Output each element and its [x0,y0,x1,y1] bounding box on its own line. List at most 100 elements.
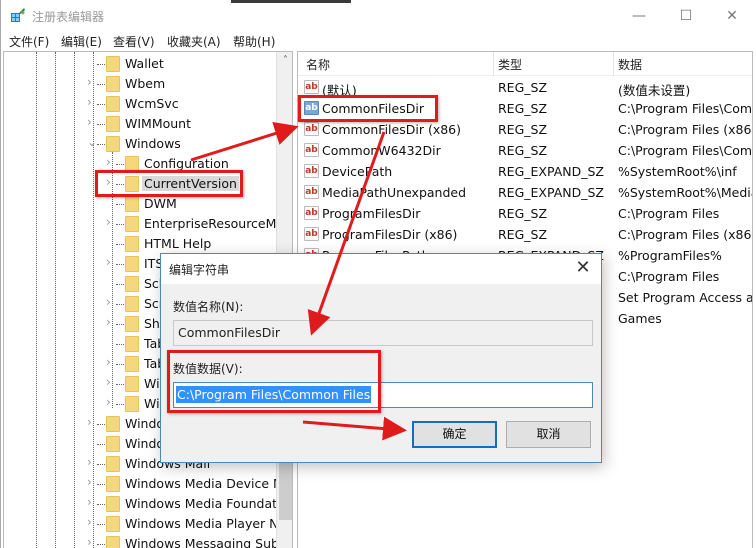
minimize-button[interactable]: — [616,3,662,29]
tree-connector [116,244,124,245]
value-type: REG_SZ [498,206,548,221]
maximize-button[interactable]: ☐ [663,3,709,29]
tree-connector [116,304,124,305]
chevron-right-icon[interactable]: › [106,175,118,189]
scrollbar-thumb[interactable] [279,460,292,520]
menu-help[interactable]: 帮助(H) [233,33,275,50]
column-separator[interactable] [613,52,614,76]
chevron-right-icon[interactable]: › [106,255,118,269]
value-data-selected-text: C:\Program Files\Common Files [176,386,372,403]
chevron-right-icon[interactable]: › [87,495,99,509]
tree-connector [116,344,124,345]
tree-item-label: Wallet [125,56,164,71]
list-row[interactable]: ab CommonFilesDir (x86) REG_SZ C:\Program F… [298,119,752,140]
string-value-icon: ab [304,227,319,241]
ok-button[interactable]: 确定 [412,421,497,448]
value-data: C:\Program Files [618,206,720,221]
tree-connector [97,124,105,125]
value-type: REG_SZ [498,227,548,242]
chevron-right-icon[interactable]: › [87,75,99,89]
cancel-button[interactable]: 取消 [506,421,591,448]
list-row[interactable]: ab ProgramFilesDir (x86) REG_SZ C:\Program … [298,224,752,245]
tree-item-label: WIMMount [125,116,192,131]
list-row[interactable]: ab CommonFilesDir REG_SZ C:\Program Files\C… [298,98,752,119]
folder-icon [106,56,120,72]
tree-guide-line [112,152,113,408]
folder-icon [125,256,139,272]
chevron-right-icon[interactable]: › [87,515,99,529]
chevron-right-icon[interactable]: › [87,535,99,548]
folder-icon [106,136,120,152]
list-row[interactable]: ab DevicePath REG_EXPAND_SZ %SystemRoot%\in… [298,161,752,182]
value-name: ProgramFilesDir (x86) [322,227,458,242]
chevron-right-icon[interactable]: › [106,215,118,229]
value-name: CommonFilesDir [322,101,424,116]
tree-guide-line [36,52,37,548]
list-row[interactable]: ab ProgramFilesDir REG_SZ C:\Program Files [298,203,752,224]
value-name: CommonW6432Dir [322,143,441,158]
tree-item-label: Wbem [125,76,166,91]
chevron-right-icon[interactable]: › [87,95,99,109]
tree-item-label: DWM [144,196,177,211]
string-value-icon: ab [304,185,319,199]
tree-connector [97,544,105,545]
tree-connector [116,264,124,265]
chevron-right-icon[interactable]: › [106,395,118,409]
registry-editor-window: 注册表编辑器 — ☐ ✕ 文件(F) 编辑(E) 查看(V) 收藏夹(A) 帮助… [0,0,756,548]
tree-guide-line [55,52,56,548]
column-header-type[interactable]: 类型 [498,56,522,73]
menu-file[interactable]: 文件(F) [9,33,49,50]
folder-icon [106,436,120,452]
chevron-right-icon[interactable]: › [106,355,118,369]
value-name: DevicePath [322,164,393,179]
tree-item-label: Windo [125,436,165,451]
chevron-right-icon[interactable]: › [87,475,99,489]
value-type: REG_SZ [498,122,548,137]
menu-edit[interactable]: 编辑(E) [61,33,102,50]
folder-icon [125,376,139,392]
value-data: C:\Program Files (x86) [618,227,753,242]
value-data: C:\Program Files [618,269,720,284]
chevron-right-icon[interactable]: › [106,315,118,329]
close-button[interactable]: ✕ [709,3,755,29]
value-name-label: 数值名称(N): [173,300,244,314]
tree-connector [97,504,105,505]
chevron-right-icon[interactable]: › [106,375,118,389]
tree-connector [97,444,105,445]
list-row[interactable]: ab MediaPathUnexpanded REG_EXPAND_SZ %Syste… [298,182,752,203]
value-type: REG_SZ [498,143,548,158]
tree-connector [116,384,124,385]
value-data-input[interactable]: C:\Program Files\Common Files [173,382,593,408]
tree-item-label: Windows Messaging Subs [125,536,286,548]
value-name: (默认) [322,83,357,98]
edit-string-dialog: 编辑字符串 ✕ 数值名称(N): CommonFilesDir 数值数据(V):… [160,253,602,463]
column-separator[interactable] [493,52,494,76]
column-header-name[interactable]: 名称 [306,56,330,73]
value-data: Games [618,311,662,326]
menu-view[interactable]: 查看(V) [113,33,155,50]
list-row[interactable]: ab (默认) REG_SZ (数值未设置) [298,77,752,98]
value-name-field: CommonFilesDir [173,320,593,346]
chevron-right-icon[interactable]: › [87,115,99,129]
tree-item-label: Configuration [144,156,229,171]
folder-icon [125,316,139,332]
folder-icon [106,456,120,472]
chevron-right-icon[interactable]: › [106,155,118,169]
menu-favorites[interactable]: 收藏夹(A) [167,33,221,50]
folder-icon [125,276,139,292]
folder-icon [106,76,120,92]
chevron-right-icon[interactable]: › [87,455,99,469]
chevron-right-icon[interactable]: › [106,295,118,309]
chevron-right-icon[interactable]: › [87,415,99,429]
folder-icon [125,216,139,232]
folder-icon [125,336,139,352]
string-value-icon: ab [304,164,319,178]
list-row[interactable]: ab CommonW6432Dir REG_SZ C:\Program Files\C… [298,140,752,161]
chevron-down-icon[interactable]: ⌄ [87,135,99,149]
dialog-title: 编辑字符串 [169,263,230,277]
dialog-close-icon[interactable]: ✕ [573,257,593,278]
value-name: CommonFilesDir (x86) [322,122,461,137]
folder-icon [106,116,120,132]
scroll-up-arrow-icon[interactable]: ˄ [277,55,292,69]
column-header-data[interactable]: 数据 [618,56,642,73]
